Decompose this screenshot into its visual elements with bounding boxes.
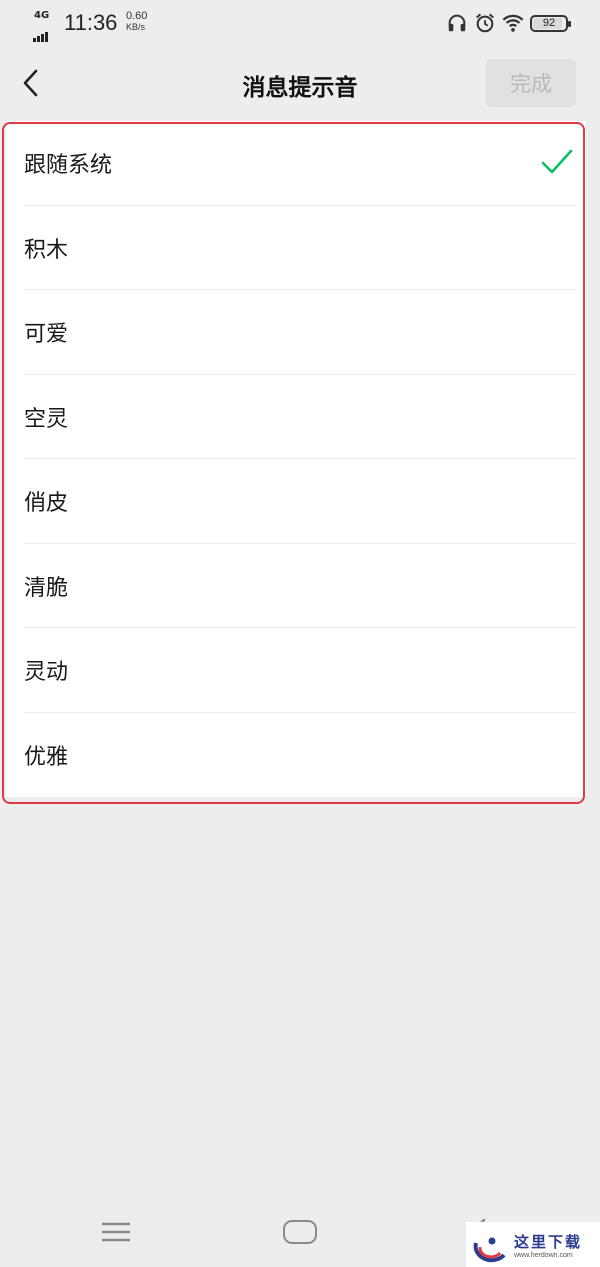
alarm-icon [476, 13, 494, 33]
cellular-signal-icon: 4G [32, 10, 58, 42]
page: 4G 11:36 0.60 KB/s 92 消息提示音 完成 跟随系统 积木 可… [0, 0, 600, 1267]
status-time: 11:36 [64, 10, 118, 35]
checkmark-icon [541, 149, 573, 174]
sound-label: 清脆 [24, 575, 69, 601]
watermark-logo [473, 1237, 506, 1262]
watermark-title: 这里下载 [514, 1232, 583, 1251]
sound-label: 可爱 [24, 322, 69, 348]
sound-option[interactable]: 积木 [6, 206, 586, 290]
sound-label: 优雅 [24, 744, 69, 770]
nav-bar: 消息提示音 完成 [0, 50, 600, 116]
sound-label: 俏皮 [24, 491, 69, 517]
sound-option[interactable]: 可爱 [6, 290, 586, 375]
battery-level: 92 [542, 17, 556, 29]
done-button[interactable]: 完成 [486, 59, 576, 107]
sound-option[interactable]: 灵动 [6, 628, 586, 713]
status-bar: 4G 11:36 0.60 KB/s 92 [0, 0, 600, 46]
watermark-text: 这里下载 www.herdown.com [514, 1231, 582, 1259]
sound-label: 空灵 [24, 406, 69, 432]
watermark: 这里下载 www.herdown.com [466, 1222, 600, 1267]
menu-icon[interactable] [100, 1220, 132, 1244]
sound-label: 积木 [24, 237, 69, 263]
sound-label: 跟随系统 [24, 153, 113, 179]
network-speed: 0.60 KB/s [126, 11, 166, 33]
sound-option[interactable]: 跟随系统 [6, 121, 586, 206]
watermark-url: www.herdown.com [514, 1251, 573, 1259]
sound-option[interactable]: 清脆 [6, 544, 586, 628]
status-icons: 92 [446, 12, 571, 34]
battery-icon: 92 [530, 14, 571, 32]
network-type: 4G [34, 10, 50, 21]
sound-option[interactable]: 俏皮 [6, 459, 586, 544]
headphones-icon [448, 14, 466, 32]
wifi-icon [502, 14, 524, 32]
speed-value: 0.60 [126, 10, 148, 22]
sound-option[interactable]: 空灵 [6, 375, 586, 459]
speed-unit: KB/s [126, 22, 146, 32]
sound-option[interactable]: 优雅 [6, 713, 586, 798]
home-icon[interactable] [283, 1220, 317, 1244]
sound-label: 灵动 [24, 660, 69, 686]
sound-list: 跟随系统 积木 可爱 空灵 俏皮 清脆 灵动 优雅 [6, 121, 586, 797]
